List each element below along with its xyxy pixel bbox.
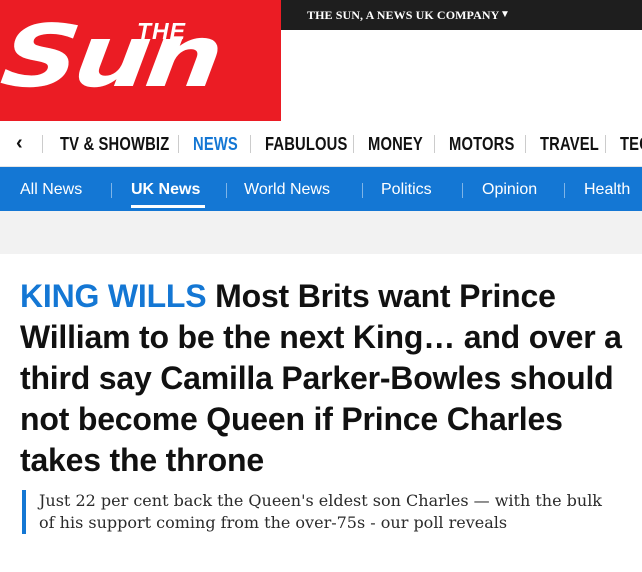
subnav-divider bbox=[226, 183, 227, 198]
logo-the: THE bbox=[137, 18, 186, 44]
nav-item-motors[interactable]: MOTORS bbox=[449, 134, 514, 155]
subnav-item-all-news[interactable]: All News bbox=[20, 181, 82, 199]
company-label: THE SUN, A NEWS UK COMPANY bbox=[307, 8, 500, 22]
subnav-divider bbox=[462, 183, 463, 198]
subnav-divider bbox=[564, 183, 565, 198]
section-nav: ‹ TV & SHOWBIZ NEWS FABULOUS MONEY MOTOR… bbox=[0, 121, 642, 167]
headline-kicker: KING WILLS bbox=[20, 278, 207, 314]
nav-item-tech[interactable]: TECH bbox=[620, 134, 642, 155]
chevron-down-icon: ▼ bbox=[500, 9, 510, 20]
nav-item-news[interactable]: NEWS bbox=[193, 134, 238, 155]
nav-divider bbox=[605, 135, 606, 153]
nav-divider bbox=[178, 135, 179, 153]
chevron-left-icon[interactable]: ‹ bbox=[16, 132, 23, 155]
nav-divider bbox=[250, 135, 251, 153]
nav-divider bbox=[434, 135, 435, 153]
article-standfirst: Just 22 per cent back the Queen's eldest… bbox=[22, 490, 622, 534]
nav-item-fabulous[interactable]: FABULOUS bbox=[265, 134, 347, 155]
subnav-divider bbox=[362, 183, 363, 198]
subnav-item-uk-news[interactable]: UK News bbox=[131, 181, 200, 199]
logo-wordmark: Sun bbox=[0, 7, 225, 107]
subnav-item-politics[interactable]: Politics bbox=[381, 181, 432, 199]
subnav-item-health[interactable]: Health bbox=[584, 181, 630, 199]
subnav-item-opinion[interactable]: Opinion bbox=[482, 181, 537, 199]
nav-divider bbox=[525, 135, 526, 153]
ad-spacer bbox=[0, 211, 642, 254]
nav-divider bbox=[42, 135, 43, 153]
subnav-divider bbox=[111, 183, 112, 198]
nav-item-money[interactable]: MONEY bbox=[368, 134, 423, 155]
the-sun-logo[interactable]: Sun THE bbox=[0, 0, 281, 121]
site-header: Sun THE THE SUN, A NEWS UK COMPANY ▼ bbox=[0, 0, 642, 121]
sub-nav: All News UK News World News Politics Opi… bbox=[0, 167, 642, 211]
nav-item-travel[interactable]: TRAVEL bbox=[540, 134, 599, 155]
nav-divider bbox=[353, 135, 354, 153]
nav-item-tv-showbiz[interactable]: TV & SHOWBIZ bbox=[60, 134, 169, 155]
company-bar[interactable]: THE SUN, A NEWS UK COMPANY ▼ bbox=[281, 0, 642, 30]
article-headline: KING WILLS Most Brits want Prince Willia… bbox=[20, 276, 640, 481]
active-tab-indicator bbox=[131, 205, 205, 208]
subnav-item-world-news[interactable]: World News bbox=[244, 181, 330, 199]
